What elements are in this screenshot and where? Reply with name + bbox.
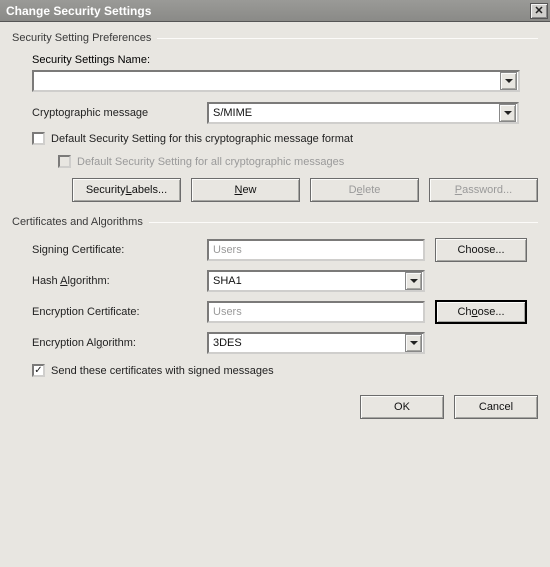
signing-cert-label: Signing Certificate: bbox=[32, 244, 207, 256]
group-certificates: Certificates and Algorithms Signing Cert… bbox=[12, 216, 538, 377]
checkbox-send-certs-label: Send these certificates with signed mess… bbox=[51, 365, 274, 377]
security-name-combo[interactable] bbox=[32, 70, 520, 92]
group-header-certificates: Certificates and Algorithms bbox=[12, 216, 538, 228]
group-legend-certificates: Certificates and Algorithms bbox=[12, 216, 149, 228]
hash-algo-combo[interactable]: SHA1 bbox=[207, 270, 425, 292]
dropdown-arrow[interactable] bbox=[405, 334, 422, 352]
security-labels-button[interactable]: Security Labels... bbox=[72, 178, 181, 202]
enc-algo-combo[interactable]: 3DES bbox=[207, 332, 425, 354]
enc-cert-label: Encryption Certificate: bbox=[32, 306, 207, 318]
window-title: Change Security Settings bbox=[6, 4, 151, 18]
checkbox-default-all-label: Default Security Setting for all cryptog… bbox=[77, 156, 344, 168]
ok-button[interactable]: OK bbox=[360, 395, 444, 419]
checkbox-default-all bbox=[58, 155, 71, 168]
hash-algo-label: Hash Algorithm: bbox=[32, 275, 207, 287]
chevron-down-icon bbox=[504, 111, 512, 115]
checkbox-default-format-label: Default Security Setting for this crypto… bbox=[51, 133, 353, 145]
dropdown-arrow[interactable] bbox=[405, 272, 422, 290]
titlebar[interactable]: Change Security Settings ✕ bbox=[0, 0, 550, 22]
close-icon: ✕ bbox=[534, 4, 543, 17]
checkbox-send-certs[interactable]: ✓ bbox=[32, 364, 45, 377]
crypto-value: S/MIME bbox=[209, 107, 498, 119]
crypto-combo[interactable]: S/MIME bbox=[207, 102, 519, 124]
checkbox-default-format[interactable] bbox=[32, 132, 45, 145]
group-header-preferences: Security Setting Preferences bbox=[12, 32, 538, 44]
divider bbox=[157, 38, 538, 39]
close-button[interactable]: ✕ bbox=[530, 3, 548, 19]
dropdown-arrow[interactable] bbox=[500, 72, 517, 90]
dropdown-arrow[interactable] bbox=[499, 104, 516, 122]
crypto-label: Cryptographic message bbox=[32, 107, 207, 119]
new-button[interactable]: New bbox=[191, 178, 300, 202]
enc-algo-label: Encryption Algorithm: bbox=[32, 337, 207, 349]
enc-algo-value: 3DES bbox=[209, 337, 404, 349]
group-security-preferences: Security Setting Preferences Security Se… bbox=[12, 32, 538, 202]
chevron-down-icon bbox=[410, 279, 418, 283]
preferences-buttons: Security Labels... New Delete Password..… bbox=[32, 178, 538, 202]
password-button: Password... bbox=[429, 178, 538, 202]
choose-signing-button[interactable]: Choose... bbox=[435, 238, 527, 262]
dialog-footer: OK Cancel bbox=[12, 395, 538, 419]
hash-algo-value: SHA1 bbox=[209, 275, 404, 287]
chevron-down-icon bbox=[410, 341, 418, 345]
enc-cert-field: Users bbox=[207, 301, 425, 323]
choose-encryption-button[interactable]: Choose... bbox=[435, 300, 527, 324]
chevron-down-icon bbox=[505, 79, 513, 83]
delete-button: Delete bbox=[310, 178, 419, 202]
group-legend-preferences: Security Setting Preferences bbox=[12, 32, 157, 44]
signing-cert-field: Users bbox=[207, 239, 425, 261]
cancel-button[interactable]: Cancel bbox=[454, 395, 538, 419]
dialog-body: Security Setting Preferences Security Se… bbox=[0, 22, 550, 567]
divider bbox=[149, 222, 538, 223]
security-name-label: Security Settings Name: bbox=[32, 54, 150, 66]
